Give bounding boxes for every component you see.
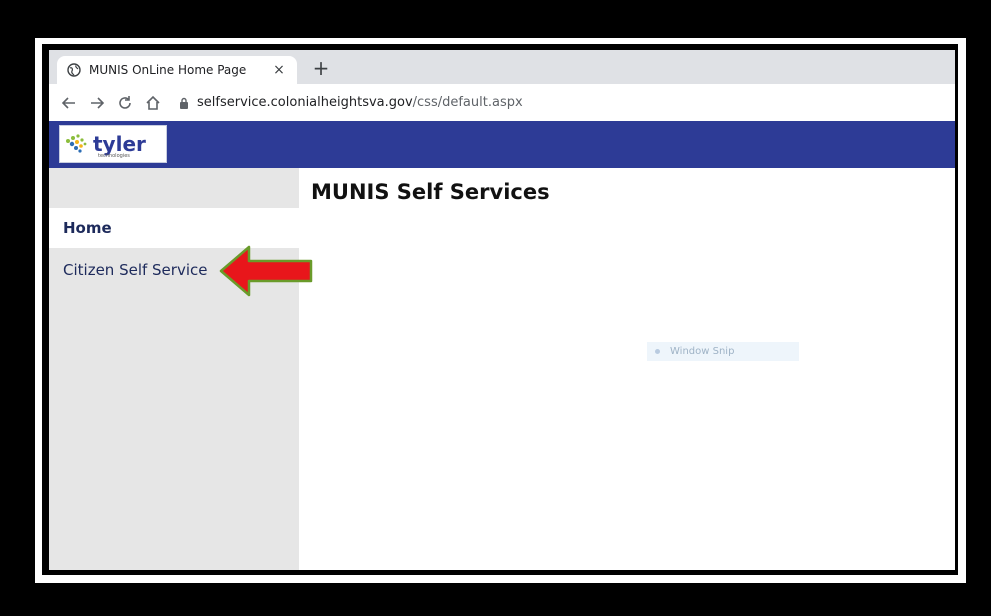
tab-title: MUNIS OnLine Home Page [89,63,247,77]
browser-toolbar: selfservice.colonialheightsva.gov/css/de… [49,84,955,121]
tab-munis-home[interactable]: MUNIS OnLine Home Page × [57,56,297,84]
tab-strip: MUNIS OnLine Home Page × + [49,50,955,84]
lock-icon[interactable] [179,97,189,109]
sidebar-item-home[interactable]: Home [49,208,299,248]
reload-icon[interactable] [113,91,137,115]
url-host: selfservice.colonialheightsva.gov [197,95,413,110]
tyler-sparkle-icon [66,134,87,153]
page-title: MUNIS Self Services [311,180,550,204]
red-arrow-annotation [219,245,313,297]
forward-arrow-icon[interactable] [85,91,109,115]
logo-wordmark: tyler [93,132,146,156]
snip-dot-icon [655,349,660,354]
close-tab-icon[interactable]: × [271,62,287,78]
new-tab-button[interactable]: + [307,56,335,80]
address-bar[interactable]: selfservice.colonialheightsva.gov/css/de… [179,95,523,110]
header-banner: tyler technologies [49,121,955,168]
window-snip-overlay: Window Snip [647,342,799,361]
globe-icon [67,63,81,77]
tyler-logo[interactable]: tyler technologies [59,125,167,163]
logo-subtext: technologies [98,153,130,159]
sidebar: Home Citizen Self Service [49,168,299,570]
back-arrow-icon[interactable] [57,91,81,115]
home-icon[interactable] [141,91,165,115]
url-path: /css/default.aspx [412,95,523,110]
browser-window: MUNIS OnLine Home Page × + selfservice.c… [49,50,955,570]
snip-label: Window Snip [670,346,735,357]
